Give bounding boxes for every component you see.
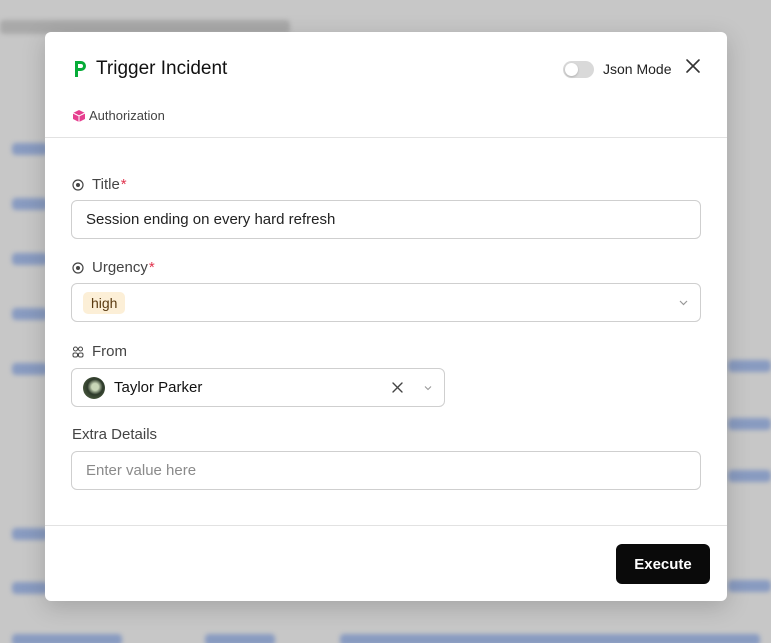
authorization-label: Authorization: [89, 108, 165, 123]
json-mode-toggle[interactable]: [563, 61, 594, 78]
required-mark: *: [148, 259, 155, 276]
from-select[interactable]: Taylor Parker: [71, 368, 445, 407]
from-selected-user: Taylor Parker: [114, 379, 203, 396]
avatar: [83, 377, 105, 399]
toggle-knob: [565, 63, 578, 76]
execute-button[interactable]: Execute: [616, 544, 710, 584]
target-icon: [72, 261, 84, 274]
chevron-down-icon: [679, 300, 688, 306]
extra-details-label: Extra Details: [72, 426, 158, 443]
urgency-select[interactable]: high: [71, 283, 701, 322]
urgency-badge: high: [83, 291, 126, 314]
authorization-link[interactable]: Authorization: [72, 108, 165, 123]
json-mode-label: Json Mode: [603, 61, 672, 77]
required-mark: *: [120, 176, 127, 193]
target-icon: [72, 178, 84, 191]
urgency-label-text: Urgency: [92, 259, 148, 276]
trigger-incident-dialog: Trigger Incident Json Mode Authorization…: [45, 32, 727, 601]
close-icon[interactable]: [684, 57, 702, 75]
dialog-header: Trigger Incident Json Mode Authorization: [45, 32, 727, 138]
title-field-label: Title *: [72, 176, 127, 193]
cube-icon: [72, 109, 86, 122]
dialog-title: Trigger Incident: [96, 58, 228, 79]
urgency-field-label: Urgency *: [72, 259, 155, 276]
users-icon: [72, 346, 84, 357]
title-label-text: Title: [92, 176, 120, 193]
extra-details-input[interactable]: Enter value here: [71, 451, 701, 490]
title-input[interactable]: Session ending on every hard refresh: [71, 200, 701, 239]
dialog-footer: Execute: [45, 525, 727, 601]
from-field-label: From: [72, 343, 127, 360]
clear-icon[interactable]: [392, 382, 403, 393]
pagerduty-logo-icon: [75, 61, 86, 77]
chevron-down-icon[interactable]: [424, 384, 432, 392]
from-label-text: From: [92, 343, 127, 360]
